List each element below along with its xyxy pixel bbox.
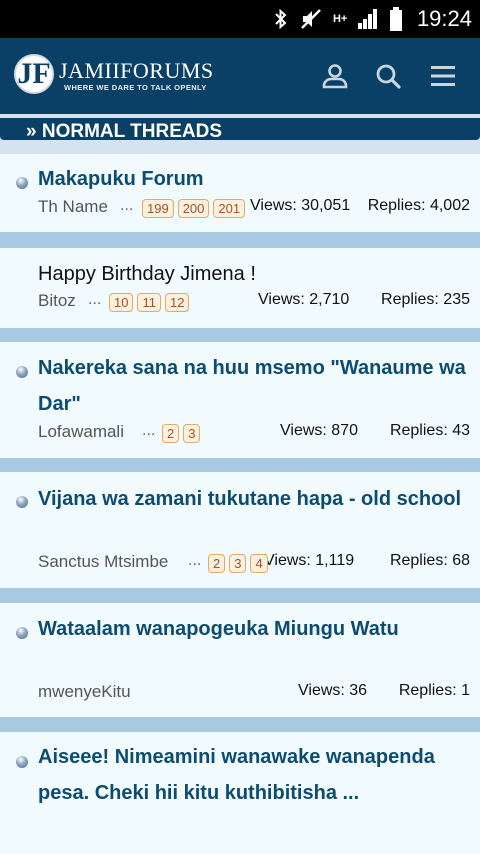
page-link[interactable]: 3 — [229, 554, 247, 573]
thread-row[interactable]: Vijana wa zamani tukutane hapa - old sch… — [0, 472, 480, 588]
thread-title[interactable]: Vijana wa zamani tukutane hapa - old sch… — [38, 481, 470, 517]
thread-meta: Lofawamali ... 2 3 Views: 870 Replies: 4… — [38, 422, 478, 446]
thread-title[interactable]: Makapuku Forum — [38, 161, 470, 197]
reply-count: Replies: 4,002 — [367, 197, 470, 214]
page-links: 2 3 — [162, 424, 201, 443]
view-count: Views: 2,710 — [258, 291, 350, 308]
thread-author[interactable]: Lofawamali — [38, 422, 124, 442]
page-link[interactable]: 199 — [142, 199, 174, 218]
thread-title[interactable]: Aiseee! Nimeamini wanawake wanapenda pes… — [38, 739, 470, 811]
page-link[interactable]: 2 — [162, 424, 180, 443]
view-count: Views: 870 — [280, 422, 358, 439]
search-icon[interactable] — [374, 62, 402, 90]
view-count: Views: 30,051 — [250, 197, 351, 214]
user-icon[interactable] — [321, 62, 349, 90]
signal-icon — [357, 9, 377, 29]
page-links: 199 200 201 — [142, 199, 246, 218]
thread-row[interactable]: Makapuku Forum Th Name Views: 30,051 ...… — [0, 154, 480, 232]
reply-count: Replies: 43 — [389, 422, 470, 439]
thread-title[interactable]: Nakereka sana na huu msemo "Wanaume wa D… — [38, 350, 470, 422]
jamiiforums-logo[interactable]: JF JAMIIFORUMS WHERE WE DARE TO TALK OPE… — [14, 52, 224, 100]
page-links: 10 11 12 — [109, 293, 190, 312]
page-link[interactable]: 4 — [250, 554, 268, 573]
thread-meta: mwenyeKitu Views: 36 Replies: 1 — [38, 682, 478, 706]
bluetooth-icon — [275, 8, 287, 30]
thread-meta: Th Name Views: 30,051 ... 199 200 201 Re… — [38, 197, 478, 221]
view-count: Views: 1,119 — [264, 552, 355, 569]
unread-indicator-icon — [16, 177, 28, 189]
thread-title[interactable]: Wataalam wanapogeuka Miungu Watu — [38, 611, 470, 647]
page-links: 2 3 4 — [208, 554, 268, 573]
page-ellipsis: ... — [188, 552, 202, 569]
page-link[interactable]: 3 — [183, 424, 201, 443]
network-type-label: H+ — [332, 13, 348, 25]
menu-icon[interactable] — [429, 62, 457, 90]
page-ellipsis: ... — [88, 291, 102, 308]
page-ellipsis: ... — [142, 422, 156, 439]
page-link[interactable]: 2 — [208, 554, 226, 573]
thread-author[interactable]: Bitoz — [38, 291, 76, 311]
thread-row[interactable]: Wataalam wanapogeuka Miungu Watu mwenyeK… — [0, 603, 480, 717]
page-link[interactable]: 200 — [177, 199, 210, 218]
status-bar: H+ 19:24 — [0, 0, 480, 38]
page-link[interactable]: 12 — [164, 293, 190, 312]
reply-count: Replies: 1 — [398, 682, 470, 699]
section-header: » NORMAL THREADS — [0, 114, 480, 154]
thread-author[interactable]: Th Name — [38, 197, 108, 217]
unread-indicator-icon — [16, 366, 28, 378]
app-header: JF JAMIIFORUMS WHERE WE DARE TO TALK OPE… — [0, 38, 480, 114]
thread-meta: Sanctus Mtsimbe Views: 1,119 ... 2 3 4 R… — [38, 552, 478, 576]
thread-title[interactable]: Happy Birthday Jimena ! — [38, 256, 470, 292]
thread-row[interactable]: Happy Birthday Jimena ! Bitoz ... 10 11 … — [0, 248, 480, 328]
mute-icon — [301, 9, 321, 29]
unread-indicator-icon — [16, 496, 28, 508]
thread-row[interactable]: Aiseee! Nimeamini wanawake wanapenda pes… — [0, 732, 480, 854]
page-link[interactable]: 10 — [109, 293, 134, 312]
section-title: » NORMAL THREADS — [26, 121, 222, 142]
reply-count: Replies: 235 — [381, 291, 470, 308]
unread-indicator-icon — [16, 627, 28, 639]
page-ellipsis: ... — [120, 197, 134, 214]
logo-tagline: WHERE WE DARE TO TALK OPENLY — [64, 83, 207, 92]
thread-row[interactable]: Nakereka sana na huu msemo "Wanaume wa D… — [0, 342, 480, 458]
view-count: Views: 36 — [298, 682, 368, 699]
thread-author[interactable]: Sanctus Mtsimbe — [38, 552, 168, 572]
logo-name: JAMIIFORUMS — [59, 58, 214, 83]
page-link[interactable]: 11 — [137, 293, 161, 312]
page-link[interactable]: 201 — [213, 199, 246, 218]
thread-meta: Bitoz ... 10 11 12 Views: 2,710 Replies:… — [38, 291, 478, 315]
thread-author[interactable]: mwenyeKitu — [38, 682, 131, 702]
clock: 19:24 — [416, 6, 472, 31]
unread-indicator-icon — [16, 756, 28, 768]
reply-count: Replies: 68 — [389, 552, 470, 569]
logo-mark: JF — [14, 54, 54, 94]
battery-icon — [389, 7, 402, 31]
